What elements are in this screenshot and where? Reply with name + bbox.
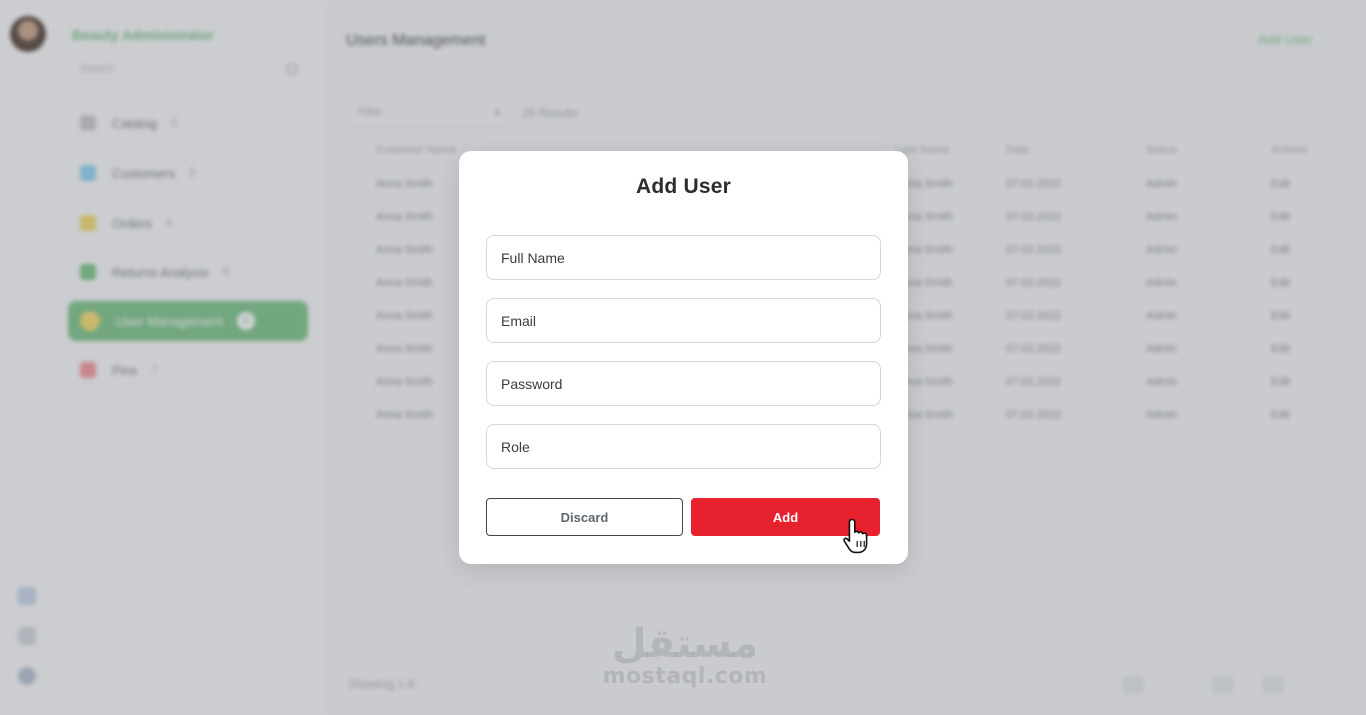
- watermark-latin: mostaql.com: [602, 664, 768, 689]
- hand-pointer-icon: [843, 518, 868, 554]
- role-field[interactable]: [486, 424, 881, 469]
- full-name-input[interactable]: [487, 236, 880, 279]
- add-user-dialog: Add User Discard Add: [459, 151, 908, 564]
- role-input[interactable]: [487, 425, 880, 468]
- discard-button[interactable]: Discard: [486, 498, 683, 536]
- full-name-field[interactable]: [486, 235, 881, 280]
- email-input[interactable]: [487, 299, 880, 342]
- watermark: مستقل mostaql.com: [600, 622, 770, 688]
- email-field[interactable]: [486, 298, 881, 343]
- password-field[interactable]: [486, 361, 881, 406]
- password-input[interactable]: [487, 362, 880, 405]
- dialog-title: Add User: [636, 175, 731, 198]
- watermark-arabic: مستقل: [611, 621, 759, 667]
